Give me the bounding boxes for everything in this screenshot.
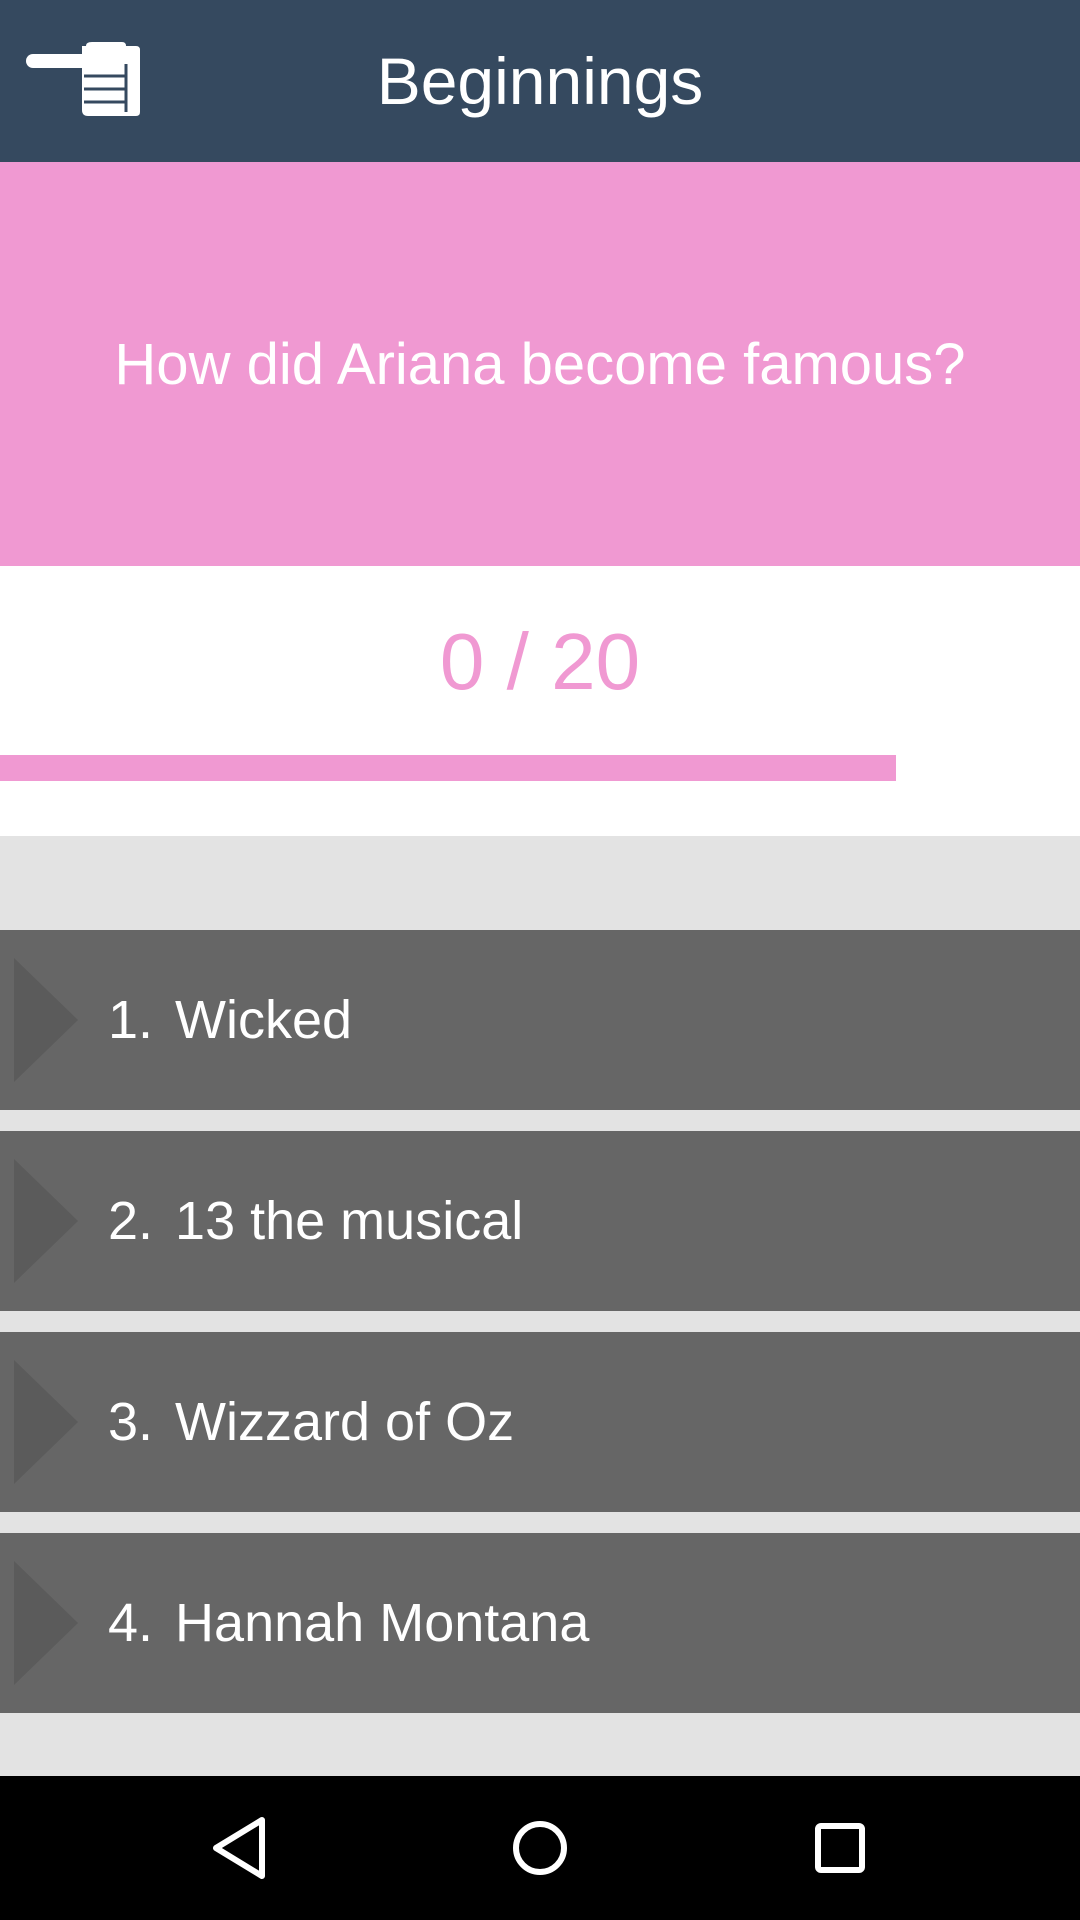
answer-label: Wizzard of Oz [175, 1392, 515, 1452]
play-arrow-icon [14, 1159, 78, 1283]
answer-label: 13 the musical [175, 1191, 524, 1251]
answer-option-1[interactable]: 1. Wicked [0, 930, 1080, 1110]
system-nav-bar [0, 1776, 1080, 1920]
nav-back-button[interactable] [200, 1808, 280, 1888]
answer-option-2[interactable]: 2. 13 the musical [0, 1131, 1080, 1311]
nav-home-button[interactable] [500, 1808, 580, 1888]
nav-recents-button[interactable] [800, 1808, 880, 1888]
play-arrow-icon [14, 1561, 78, 1685]
page-title: Beginnings [376, 44, 704, 118]
back-triangle-icon [213, 1817, 265, 1879]
answer-number: 1. [108, 990, 154, 1050]
recents-square-icon [815, 1823, 865, 1873]
answer-label: Wicked [175, 990, 353, 1050]
score-panel: 0 / 20 [0, 566, 1080, 836]
play-arrow-icon [14, 958, 78, 1082]
answer-list: 1. Wicked 2. 13 the musical 3. Wizzard of O… [0, 930, 1080, 1734]
app-header: Beginnings [0, 0, 1080, 162]
answer-label: Hannah Montana [175, 1593, 590, 1653]
answer-number: 2. [108, 1191, 154, 1251]
progress-bar-fill [0, 755, 897, 781]
answer-option-3[interactable]: 3. Wizzard of Oz [0, 1332, 1080, 1512]
answer-option-4[interactable]: 4. Hannah Montana [0, 1533, 1080, 1713]
score-counter: 0 / 20 [439, 617, 641, 706]
home-circle-icon [513, 1821, 567, 1875]
progress-bar [0, 755, 1080, 781]
answer-number: 3. [108, 1392, 154, 1452]
answer-number: 4. [108, 1593, 154, 1653]
question-panel: How did Ariana become famous? [0, 162, 1080, 566]
play-arrow-icon [14, 1360, 78, 1484]
question-text: How did Ariana become famous? [114, 331, 966, 397]
